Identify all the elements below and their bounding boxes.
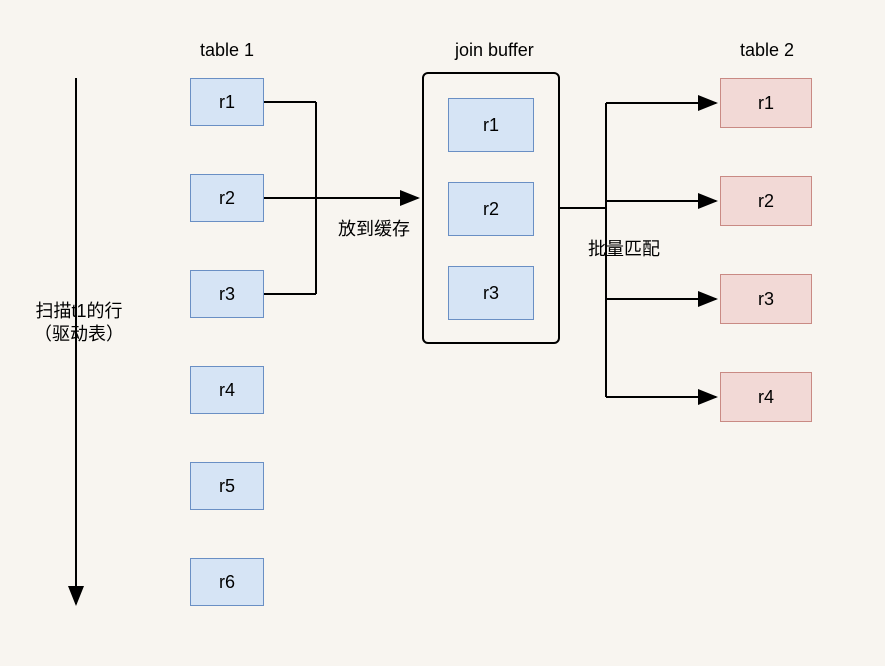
batch-match-label: 批量匹配 [588, 235, 660, 261]
table1-row-r1: r1 [190, 78, 264, 126]
put-cache-label: 放到缓存 [338, 215, 410, 241]
table1-row-r4: r4 [190, 366, 264, 414]
table2-row-r4: r4 [720, 372, 812, 422]
table2-row-r2: r2 [720, 176, 812, 226]
table1-row-r3: r3 [190, 270, 264, 318]
joinbuffer-row-r2: r2 [448, 182, 534, 236]
table2-header: table 2 [740, 40, 794, 61]
joinbuffer-header: join buffer [455, 40, 534, 61]
joinbuffer-row-r1: r1 [448, 98, 534, 152]
table1-row-r2: r2 [190, 174, 264, 222]
table1-row-r5: r5 [190, 462, 264, 510]
scan-description: 扫描t1的行 （驱动表） [24, 300, 134, 347]
joinbuffer-row-r3: r3 [448, 266, 534, 320]
table2-row-r1: r1 [720, 78, 812, 128]
table1-header: table 1 [200, 40, 254, 61]
table1-row-r6: r6 [190, 558, 264, 606]
table2-row-r3: r3 [720, 274, 812, 324]
